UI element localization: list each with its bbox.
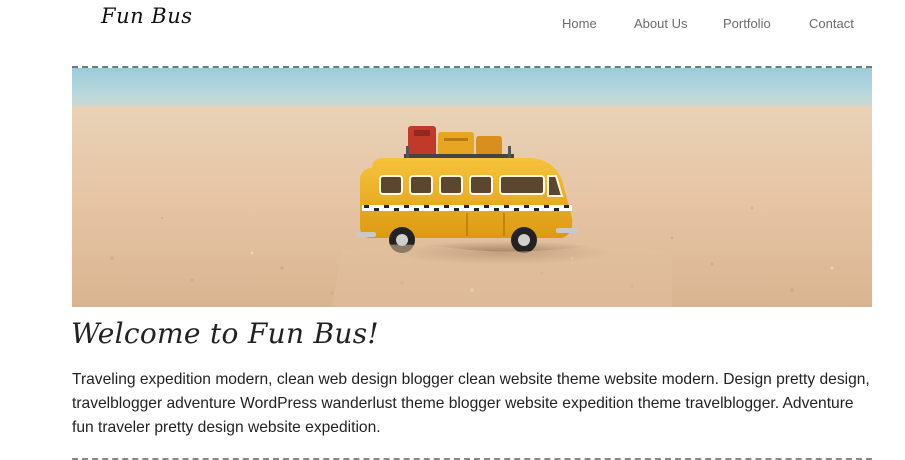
nav-link-about-us[interactable]: About Us <box>634 16 687 31</box>
nav-link-portfolio[interactable]: Portfolio <box>723 16 771 31</box>
nav-link-home[interactable]: Home <box>562 16 597 31</box>
main-nav: Home About Us Portfolio Contact <box>0 16 905 34</box>
page-headline: Welcome to Fun Bus! <box>71 317 379 350</box>
bus-on-beach-image <box>72 68 872 307</box>
hero-image <box>72 68 872 307</box>
nav-link-contact[interactable]: Contact <box>809 16 854 31</box>
intro-paragraph: Traveling expedition modern, clean web d… <box>72 371 870 436</box>
